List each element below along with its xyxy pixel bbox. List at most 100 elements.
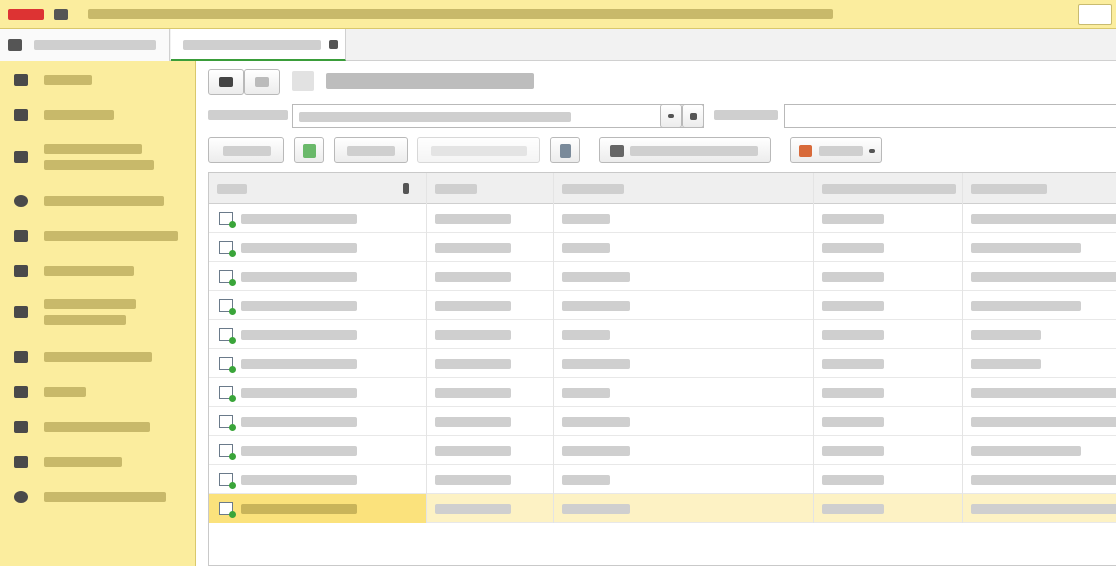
table-row[interactable] (209, 378, 1116, 407)
document-posted-icon (219, 444, 236, 460)
table-row[interactable] (209, 291, 1116, 320)
sidebar-item-main[interactable] (10, 70, 186, 90)
sidebar-item-reporting[interactable] (10, 417, 186, 437)
tab-orders-label (183, 40, 321, 50)
tab-bar (0, 29, 1116, 61)
table-row[interactable] (209, 320, 1116, 349)
document-posted-icon (219, 473, 236, 489)
row-number (435, 504, 511, 514)
table-row-selected[interactable] (209, 494, 1116, 523)
row-start-date (822, 475, 884, 485)
table-header (209, 173, 1116, 204)
sidebar-item-references[interactable] (10, 452, 186, 472)
organization-field[interactable] (292, 104, 704, 128)
row-number (435, 272, 511, 282)
sidebar-item-label (44, 266, 134, 276)
table-row[interactable] (209, 407, 1116, 436)
sidebar-item-administration[interactable] (10, 487, 186, 507)
column-header-label (562, 184, 624, 194)
document-posted-icon (219, 502, 236, 518)
sidebar-item-money[interactable] (10, 191, 186, 211)
sidebar-item-organizer[interactable] (10, 105, 186, 125)
table-row[interactable] (209, 233, 1116, 262)
star-icon[interactable] (292, 71, 314, 91)
sidebar-item-paid-education[interactable] (10, 347, 186, 367)
tab-orders[interactable] (171, 29, 346, 61)
sidebar-item-services[interactable] (10, 296, 186, 330)
column-date[interactable] (209, 173, 427, 203)
column-order-type[interactable] (963, 173, 1116, 203)
document-posted-icon (219, 357, 236, 373)
row-faculty (562, 388, 610, 398)
row-date (241, 214, 357, 224)
row-date (241, 359, 357, 369)
copy-add-icon (303, 144, 316, 158)
sort-arrow-down-icon[interactable] (403, 183, 409, 194)
row-order-type (971, 301, 1081, 311)
row-start-date (822, 504, 884, 514)
document-posted-icon (219, 270, 236, 286)
sidebar-item-label (44, 422, 150, 432)
row-order-type (971, 214, 1116, 224)
copy-button[interactable] (294, 137, 324, 163)
table-row[interactable] (209, 465, 1116, 494)
sidebar-item-taxes[interactable] (10, 382, 186, 402)
column-faculty[interactable] (554, 173, 814, 203)
close-icon[interactable] (329, 40, 338, 49)
scales-icon (14, 421, 28, 433)
sidebar-item-label (44, 231, 178, 241)
column-header-label (435, 184, 477, 194)
forward-button[interactable] (244, 69, 280, 95)
sidebar-item-label (44, 110, 114, 120)
row-start-date (822, 330, 884, 340)
table-row[interactable] (209, 262, 1116, 291)
find-button-label (347, 146, 395, 156)
row-faculty (562, 475, 610, 485)
organization-clear-button[interactable] (682, 104, 704, 128)
find-button[interactable] (334, 137, 408, 163)
page-title (326, 73, 534, 89)
title-bar (0, 0, 1116, 29)
faculty-label (714, 110, 778, 120)
column-header-label (217, 184, 247, 194)
sidebar-item-assets[interactable] (10, 261, 186, 281)
list-settings-button[interactable] (550, 137, 580, 163)
tab-home[interactable] (0, 29, 170, 61)
row-start-date (822, 388, 884, 398)
table-row[interactable] (209, 349, 1116, 378)
sidebar-item-label (44, 160, 154, 170)
search-box[interactable] (1078, 4, 1112, 25)
faculty-field[interactable] (784, 104, 1116, 128)
books-icon (14, 456, 28, 468)
organization-dropdown-button[interactable] (660, 104, 682, 128)
create-button[interactable] (208, 137, 284, 163)
row-start-date (822, 417, 884, 427)
row-order-type (971, 417, 1116, 427)
cancel-search-label (431, 146, 527, 156)
column-number[interactable] (427, 173, 554, 203)
row-faculty (562, 301, 630, 311)
row-order-type (971, 272, 1116, 282)
sidebar-item-planning[interactable] (10, 141, 186, 175)
menu-icon[interactable] (54, 9, 68, 20)
reports-button[interactable] (790, 137, 882, 163)
table-row[interactable] (209, 436, 1116, 465)
table-row[interactable] (209, 204, 1116, 233)
sidebar-item-label (44, 75, 92, 85)
sidebar-item-inventory[interactable] (10, 226, 186, 246)
row-start-date (822, 214, 884, 224)
back-button[interactable] (208, 69, 244, 95)
document-posted-icon (219, 212, 236, 228)
row-date (241, 243, 357, 253)
cancel-search-button[interactable] (417, 137, 540, 163)
main-panel (196, 61, 1116, 566)
document-posted-icon (219, 328, 236, 344)
window-title (88, 9, 833, 19)
document-movements-button[interactable] (599, 137, 771, 163)
column-start-date[interactable] (814, 173, 963, 203)
row-faculty (562, 504, 630, 514)
sidebar (0, 61, 196, 566)
chevron-down-icon (869, 149, 875, 153)
row-start-date (822, 446, 884, 456)
row-number (435, 214, 511, 224)
